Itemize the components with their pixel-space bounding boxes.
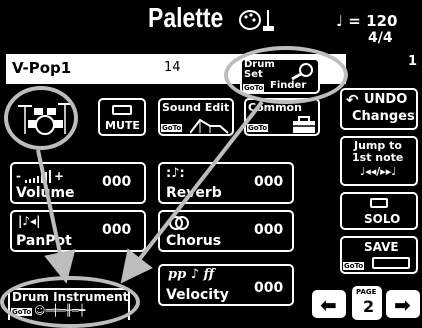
- annotation-arrows: [36, 100, 264, 284]
